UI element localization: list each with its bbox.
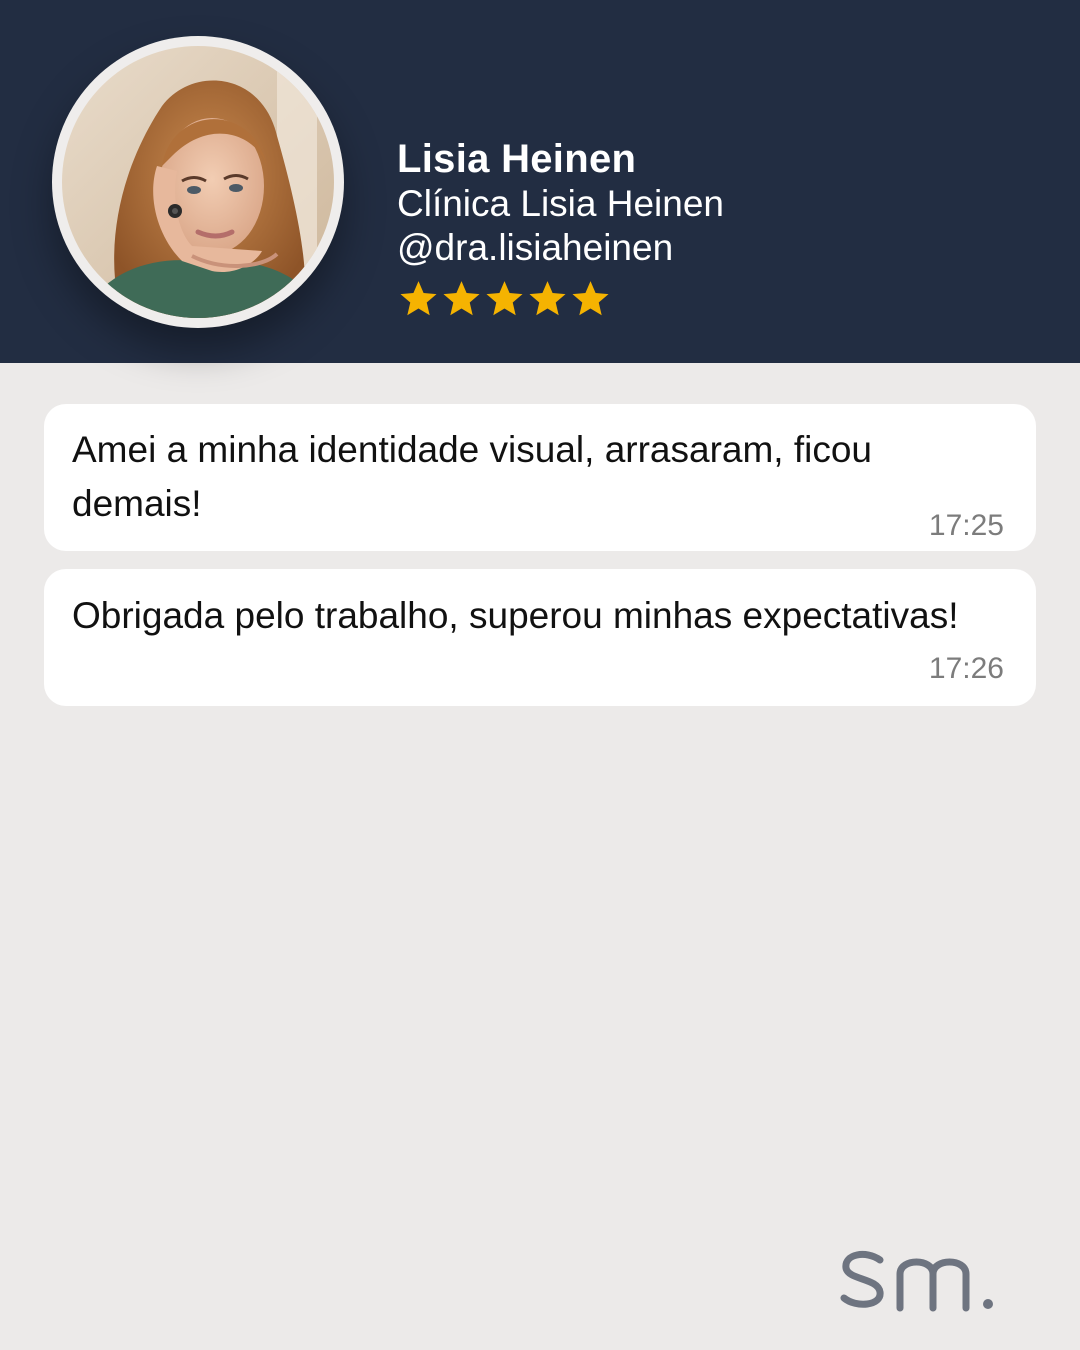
brand-logo [840,1250,993,1312]
message-time: 17:25 [928,509,1004,542]
message-time: 17:26 [928,652,1004,685]
avatar-photo [62,46,334,318]
star-icon [400,281,437,316]
avatar[interactable] [62,46,334,318]
star-icon [443,281,480,316]
message-bubble: Obrigada pelo trabalho, superou minhas e… [44,569,1036,706]
message-text: Amei a minha identidade visual, arrasara… [72,429,872,524]
avatar-frame [52,36,344,328]
profile-clinic: Clínica Lisia Heinen [397,183,725,224]
profile-header: Lisia Heinen Clínica Lisia Heinen @dra.l… [0,0,1080,363]
rating-stars [397,278,724,320]
star-icon [486,281,523,316]
star-icon [529,281,566,316]
message-text: Obrigada pelo trabalho, superou minhas e… [72,595,959,636]
message-bubble: Amei a minha identidade visual, arrasara… [44,404,1036,551]
profile-name: Lisia Heinen [397,137,637,181]
profile-info: Lisia Heinen Clínica Lisia Heinen @dra.l… [397,136,724,320]
star-icon [572,281,609,316]
profile-handle[interactable]: @dra.lisiaheinen [397,226,724,270]
